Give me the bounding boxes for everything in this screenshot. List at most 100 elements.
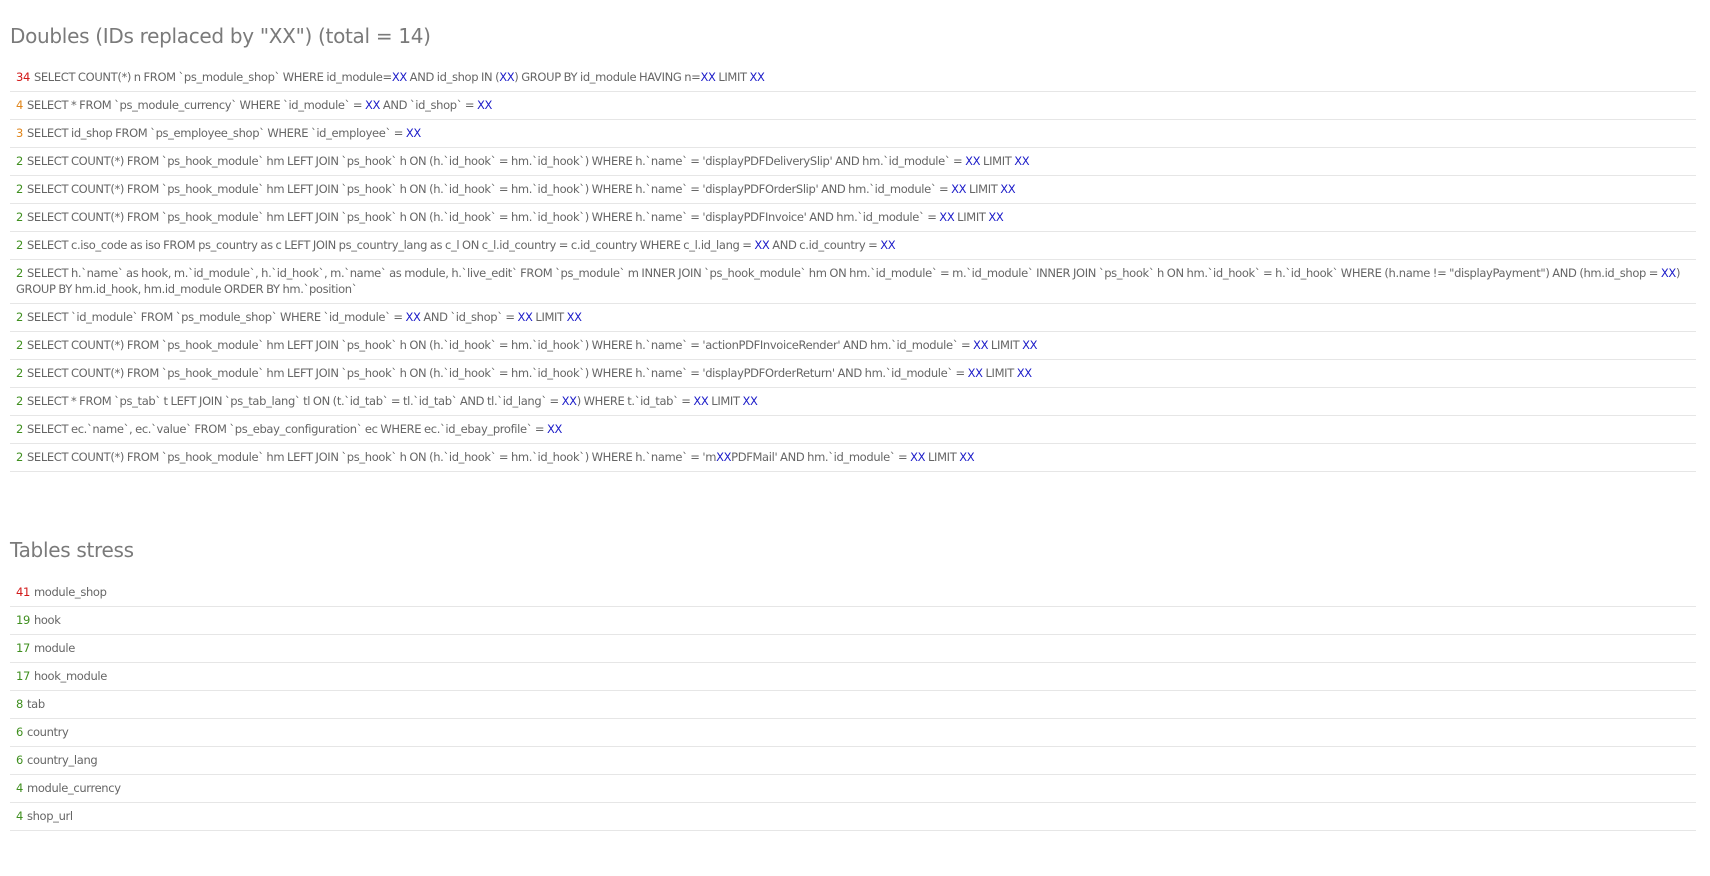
id-placeholder: XX — [700, 70, 716, 84]
id-placeholder: XX — [716, 450, 732, 464]
table-name: module — [33, 641, 75, 655]
query-count: 2 — [16, 310, 23, 324]
query-fragment: AND id_shop IN ( — [406, 70, 500, 84]
query-text: SELECT COUNT(*) FROM `ps_hook_module` hm… — [26, 338, 1038, 352]
double-query-row: 2 SELECT c.iso_code as iso FROM ps_countr… — [10, 232, 1696, 260]
double-query-row: 2 SELECT COUNT(*) FROM `ps_hook_module` h… — [10, 360, 1696, 388]
query-count: 2 — [16, 238, 23, 252]
table-stress-row: 17 module — [10, 635, 1696, 663]
tables-stress-list: 41 module_shop 19 hook 17 module 17 hook_module… — [10, 579, 1696, 831]
query-text: SELECT COUNT(*) FROM `ps_hook_module` hm… — [26, 210, 1004, 224]
id-placeholder: XX — [693, 394, 709, 408]
query-count: 2 — [16, 210, 23, 224]
query-fragment: SELECT h.`name` as hook, m.`id_module`, … — [26, 266, 1661, 280]
double-query-row: 2 SELECT ec.`name`, ec.`value` FROM `ps_e… — [10, 416, 1696, 444]
query-fragment: LIMIT — [532, 310, 567, 324]
query-count: 2 — [16, 366, 23, 380]
id-placeholder: XX — [364, 98, 381, 112]
query-fragment: SELECT `id_module` FROM `ps_module_shop`… — [26, 310, 406, 324]
query-text: SELECT * FROM `ps_tab` t LEFT JOIN `ps_t… — [27, 394, 758, 408]
double-query-row: 2 SELECT COUNT(*) FROM `ps_hook_module` h… — [10, 332, 1696, 360]
doubles-title: Doubles (IDs replaced by "XX") (total = … — [10, 24, 431, 48]
query-text: SELECT COUNT(*) FROM `ps_hook_module` hm… — [27, 450, 975, 464]
query-fragment: SELECT * FROM `ps_module_currency` WHERE… — [26, 98, 365, 112]
id-placeholder: XX — [1022, 338, 1038, 352]
id-placeholder: XX — [1016, 366, 1032, 380]
table-name: shop_url — [26, 809, 73, 823]
query-count: 2 — [16, 450, 23, 464]
tables-stress-title: Tables stress — [10, 538, 134, 562]
id-placeholder: XX — [517, 310, 533, 324]
query-text: SELECT h.`name` as hook, m.`id_module`, … — [16, 266, 1680, 296]
query-fragment: SELECT COUNT(*) FROM `ps_hook_module` hm… — [26, 182, 952, 196]
query-fragment: LIMIT — [925, 450, 960, 464]
table-count: 41 — [16, 585, 30, 599]
query-count: 3 — [16, 126, 23, 140]
query-fragment: PDFMail' AND hm.`id_module` = — [731, 450, 911, 464]
double-query-row: 2 SELECT COUNT(*) FROM `ps_hook_module` h… — [10, 148, 1696, 176]
table-name: hook_module — [33, 669, 107, 683]
query-fragment: LIMIT — [988, 338, 1023, 352]
doubles-list: 34 SELECT COUNT(*) n FROM `ps_module_shop… — [10, 64, 1696, 472]
query-count: 4 — [16, 98, 23, 112]
query-text: SELECT id_shop FROM `ps_employee_shop` W… — [27, 126, 421, 140]
id-placeholder: XX — [749, 70, 765, 84]
table-name: module_currency — [26, 781, 121, 795]
query-fragment: SELECT COUNT(*) FROM `ps_hook_module` hm… — [26, 210, 940, 224]
query-text: SELECT * FROM `ps_module_currency` WHERE… — [27, 98, 492, 112]
id-placeholder: XX — [499, 70, 515, 84]
query-fragment: SELECT COUNT(*) FROM `ps_hook_module` hm… — [26, 338, 974, 352]
id-placeholder: XX — [477, 98, 493, 112]
table-stress-row: 4 module_currency — [10, 775, 1696, 803]
table-stress-row: 17 hook_module — [10, 663, 1696, 691]
table-count: 17 — [16, 669, 30, 683]
query-fragment: LIMIT — [708, 394, 743, 408]
id-placeholder: XX — [910, 450, 926, 464]
table-count: 17 — [16, 641, 30, 655]
query-count: 2 — [16, 338, 23, 352]
query-text: SELECT `id_module` FROM `ps_module_shop`… — [27, 310, 582, 324]
query-fragment: SELECT * FROM `ps_tab` t LEFT JOIN `ps_t… — [26, 394, 562, 408]
double-query-row: 2 SELECT COUNT(*) FROM `ps_hook_module` h… — [10, 176, 1696, 204]
id-placeholder: XX — [951, 182, 967, 196]
query-count: 2 — [16, 422, 23, 436]
table-name: country_lang — [26, 753, 98, 767]
id-placeholder: XX — [967, 366, 983, 380]
query-fragment: LIMIT — [982, 366, 1017, 380]
double-query-row: 2 SELECT h.`name` as hook, m.`id_module`,… — [10, 260, 1696, 304]
id-placeholder: XX — [754, 238, 770, 252]
table-name: tab — [26, 697, 45, 711]
id-placeholder: XX — [959, 450, 975, 464]
id-placeholder: XX — [939, 210, 955, 224]
id-placeholder: XX — [742, 394, 758, 408]
query-fragment: AND c.id_country = — [769, 238, 881, 252]
query-fragment: SELECT COUNT(*) n FROM `ps_module_shop` … — [33, 70, 392, 84]
query-fragment: LIMIT — [715, 70, 750, 84]
query-count: 2 — [16, 266, 23, 280]
id-placeholder: XX — [965, 154, 981, 168]
double-query-row: 34 SELECT COUNT(*) n FROM `ps_module_shop… — [10, 64, 1696, 92]
query-fragment: SELECT ec.`name`, ec.`value` FROM `ps_eb… — [26, 422, 548, 436]
query-text: SELECT ec.`name`, ec.`value` FROM `ps_eb… — [27, 422, 562, 436]
table-count: 4 — [16, 809, 23, 823]
id-placeholder: XX — [1000, 182, 1016, 196]
id-placeholder: XX — [1014, 154, 1030, 168]
table-count: 6 — [16, 725, 23, 739]
id-placeholder: XX — [561, 394, 577, 408]
table-stress-row: 6 country — [10, 719, 1696, 747]
table-count: 19 — [16, 613, 30, 627]
id-placeholder: XX — [405, 310, 421, 324]
double-query-row: 4 SELECT * FROM `ps_module_currency` WHER… — [10, 92, 1696, 120]
query-fragment: LIMIT — [980, 154, 1015, 168]
query-count: 34 — [16, 70, 30, 84]
query-fragment: LIMIT — [966, 182, 1001, 196]
id-placeholder: XX — [880, 238, 896, 252]
double-query-row: 2 SELECT COUNT(*) FROM `ps_hook_module` h… — [10, 204, 1696, 232]
query-fragment: SELECT c.iso_code as iso FROM ps_country… — [26, 238, 755, 252]
table-stress-row: 4 shop_url — [10, 803, 1696, 831]
table-count: 6 — [16, 753, 23, 767]
id-placeholder: XX — [988, 210, 1004, 224]
query-text: SELECT COUNT(*) n FROM `ps_module_shop` … — [34, 70, 765, 84]
table-name: country — [26, 725, 69, 739]
query-text: SELECT COUNT(*) FROM `ps_hook_module` hm… — [27, 366, 1032, 380]
